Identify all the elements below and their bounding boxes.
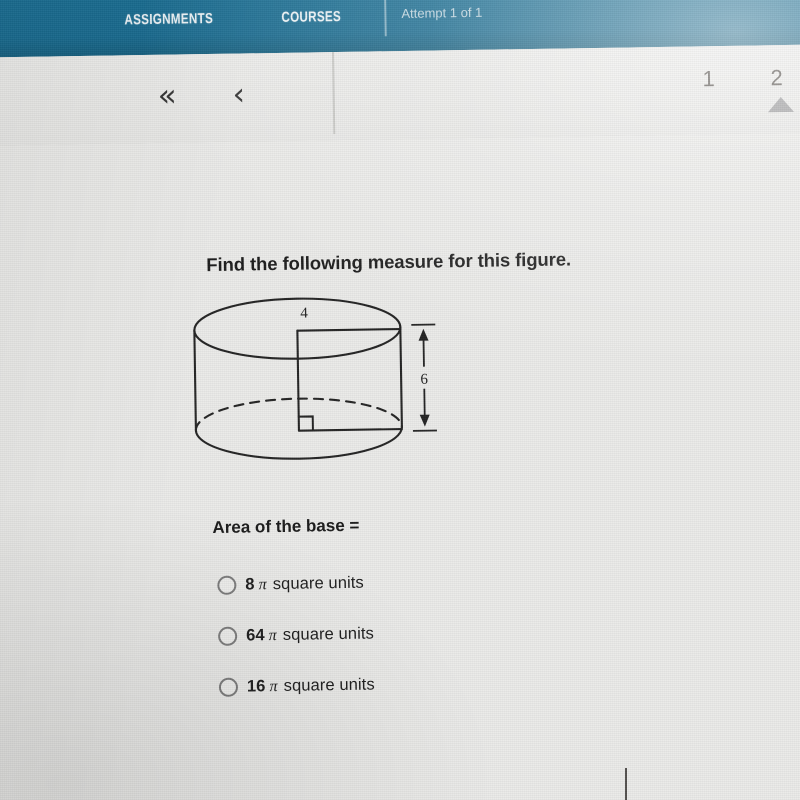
answer-prompt-label: Area of the base = (212, 515, 360, 538)
pagination-toolbar: « ‹ 1 2 (0, 44, 800, 149)
answer-option-2[interactable]: 64 π square units (218, 604, 639, 662)
radio-button-option-3[interactable] (218, 677, 239, 697)
screen-content: ASSIGNMENTS COURSES Assignment Attempt 1… (0, 0, 800, 800)
assignment-title: Assignment (401, 0, 501, 2)
answer-option-1[interactable]: 8 π square units (217, 553, 638, 611)
nav-item-assignments[interactable]: ASSIGNMENTS (124, 11, 213, 28)
cylinder-bottom-front-arc (194, 425, 403, 460)
answer-options-list: 8 π square units 64 π square units 16 π square… (217, 553, 639, 713)
question-prompt: Find the following measure for this figu… (206, 248, 572, 276)
option-1-units: square units (272, 573, 364, 594)
photo-of-screen: ASSIGNMENTS COURSES Assignment Attempt 1… (0, 0, 800, 800)
answer-option-3-text: 16 π square units (247, 675, 375, 696)
previous-page-icon[interactable]: ‹ (232, 76, 245, 112)
cylinder-figure: 4 6 (187, 288, 460, 492)
answer-option-2-text: 64 π square units (246, 625, 374, 646)
toolbar-divider (331, 52, 336, 135)
attempt-status: Attempt 1 of 1 (401, 4, 483, 21)
radio-button-option-1[interactable] (217, 575, 237, 595)
right-angle-marker-icon (297, 415, 314, 432)
radius-segment-bottom (297, 427, 403, 432)
nav-item-courses[interactable]: COURSES (281, 9, 341, 26)
current-page-caret-icon (767, 96, 794, 113)
figure-radius-label: 4 (300, 305, 308, 321)
dimension-arrow-up-icon (418, 328, 429, 341)
figure-height-label: 6 (420, 372, 428, 388)
page-number-2[interactable]: 2 (770, 65, 783, 91)
answer-option-3[interactable]: 16 π square units (218, 655, 640, 713)
option-3-pi-symbol: π (269, 678, 278, 696)
cylinder-left-side (193, 329, 197, 432)
radius-segment-top (296, 328, 402, 332)
dimension-arrow-down-icon (419, 414, 430, 427)
header-divider (384, 0, 387, 37)
option-2-pi-symbol: π (268, 627, 277, 645)
page-number-1[interactable]: 1 (702, 66, 715, 92)
question-body: Find the following measure for this figu… (0, 132, 800, 800)
bottom-edge-mark (625, 768, 627, 800)
option-2-units: square units (282, 624, 375, 644)
option-2-number: 64 (246, 626, 265, 645)
first-page-icon[interactable]: « (157, 78, 177, 114)
cylinder-svg: 4 6 (193, 297, 437, 460)
option-3-units: square units (283, 675, 375, 695)
cylinder-right-side (399, 326, 403, 429)
option-3-number: 16 (246, 677, 266, 696)
radio-button-option-2[interactable] (218, 626, 238, 646)
answer-option-1-text: 8 π square units (245, 574, 364, 595)
option-1-pi-symbol: π (258, 576, 267, 594)
